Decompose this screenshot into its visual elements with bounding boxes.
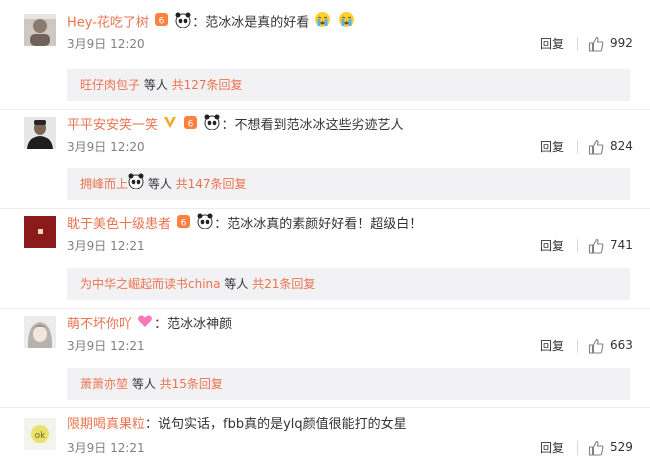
svg-text:6: 6 xyxy=(159,17,165,27)
comment-time: 3月9日 12:20 xyxy=(67,140,145,154)
heart-badge-icon xyxy=(137,313,153,336)
avatar-image xyxy=(24,117,56,149)
thumbs-up-icon xyxy=(588,440,604,456)
thumbs-up-icon xyxy=(588,139,604,155)
avatar-image: ok xyxy=(24,418,56,450)
comment-text: ：范冰冰神颜 xyxy=(154,317,233,332)
avatar[interactable] xyxy=(24,14,56,46)
sub-reply-box[interactable]: 旺仔肉包子 等人 共127条回复 xyxy=(67,69,630,101)
divider xyxy=(577,140,578,154)
divider xyxy=(577,37,578,51)
username-link[interactable]: 萌不坏你吖 xyxy=(67,317,132,332)
sub-reply-user[interactable]: 萧萧亦堃 xyxy=(80,377,128,391)
comment-time: 3月9日 12:21 xyxy=(67,239,145,253)
sub-reply-text: 等人 xyxy=(140,78,172,92)
panda-emoji-icon xyxy=(204,114,220,137)
comment-text: ：不想看到范冰冰这些劣迹艺人 xyxy=(221,118,404,133)
vip-badge-icon: 6 xyxy=(154,12,169,34)
sub-reply-user[interactable]: 拥峰而上 xyxy=(80,177,128,191)
avatar[interactable] xyxy=(24,117,56,149)
sub-reply-box[interactable]: 萧萧亦堃 等人 共15条回复 xyxy=(67,368,630,400)
reply-button[interactable]: 回复 xyxy=(540,139,564,155)
svg-text:ok: ok xyxy=(35,431,47,441)
comment-time: 3月9日 12:21 xyxy=(67,339,145,353)
panda-emoji-icon xyxy=(197,213,213,236)
username-link[interactable]: 耽于美色十级患者 xyxy=(67,217,171,232)
like-count: 824 xyxy=(610,139,633,153)
like-count: 529 xyxy=(610,440,633,454)
row-divider xyxy=(0,109,650,110)
sub-reply-box[interactable]: 为中华之崛起而读书china 等人 共21条回复 xyxy=(67,268,630,300)
sub-reply-text: 等人 xyxy=(220,277,253,291)
avatar[interactable] xyxy=(24,316,56,348)
comment-content: Hey-花吃了树 6 ：范冰冰是真的好看 xyxy=(67,11,356,35)
verified-v-icon xyxy=(163,115,177,136)
sub-reply-box[interactable]: 拥峰而上 等人 共147条回复 xyxy=(67,168,630,200)
reply-button[interactable]: 回复 xyxy=(540,338,564,354)
row-divider xyxy=(0,407,650,408)
divider xyxy=(577,441,578,455)
comment-text: ：范冰冰真的素颜好好看！超级白！ xyxy=(214,217,423,232)
comment-time: 3月9日 12:21 xyxy=(67,441,145,455)
comment-content: 平平安安笑一笑 6 ：不想看到范冰冰这些劣迹艺人 xyxy=(67,114,403,137)
like-count: 741 xyxy=(610,238,633,252)
avatar[interactable] xyxy=(24,216,56,248)
username-link[interactable]: 平平安安笑一笑 xyxy=(67,118,158,133)
like-button[interactable]: 741 xyxy=(588,236,633,254)
comment-time: 3月9日 12:20 xyxy=(67,37,145,51)
avatar[interactable]: ok xyxy=(24,418,56,450)
sub-reply-count-link[interactable]: 共147条回复 xyxy=(176,177,247,191)
like-button[interactable]: 992 xyxy=(588,34,633,52)
like-count: 992 xyxy=(610,36,633,50)
divider xyxy=(577,239,578,253)
row-divider xyxy=(0,308,650,309)
username-link[interactable]: Hey-花吃了树 xyxy=(67,16,149,31)
thumbs-up-icon xyxy=(588,36,604,52)
reply-button[interactable]: 回复 xyxy=(540,440,564,456)
like-button[interactable]: 529 xyxy=(588,438,633,456)
avatar-image xyxy=(24,316,56,348)
reply-button[interactable]: 回复 xyxy=(540,238,564,254)
sub-reply-count-link[interactable]: 共127条回复 xyxy=(172,78,243,92)
username-link[interactable]: 限期喝真果粒 xyxy=(67,417,145,432)
sub-reply-text: 等人 xyxy=(144,177,176,191)
like-button[interactable]: 824 xyxy=(588,137,633,155)
thumbs-up-icon xyxy=(588,338,604,354)
panda-emoji-icon xyxy=(175,12,191,35)
like-button[interactable]: 663 xyxy=(588,336,633,354)
comment-text: ：说句实话，fbb真的是ylq颜值很能打的女星 xyxy=(145,417,407,432)
svg-text:6: 6 xyxy=(188,119,194,129)
panda-emoji-icon xyxy=(128,169,144,201)
vip-badge-icon: 6 xyxy=(176,214,191,236)
avatar-image xyxy=(24,14,56,46)
comment-content: 限期喝真果粒：说句实话，fbb真的是ylq颜值很能打的女星 xyxy=(67,415,407,435)
vip-badge-icon: 6 xyxy=(183,115,198,137)
sub-reply-count-link[interactable]: 共15条回复 xyxy=(160,377,223,391)
like-count: 663 xyxy=(610,338,633,352)
reply-button[interactable]: 回复 xyxy=(540,36,564,52)
avatar-image xyxy=(24,216,56,248)
svg-text:6: 6 xyxy=(181,218,187,228)
sub-reply-user[interactable]: 为中华之崛起而读书china xyxy=(80,277,221,291)
sub-reply-user[interactable]: 旺仔肉包子 xyxy=(80,78,140,92)
comment-content: 耽于美色十级患者 6 ：范冰冰真的素颜好好看！超级白！ xyxy=(67,213,422,236)
crying-emoji-icon xyxy=(338,11,355,35)
thumbs-up-icon xyxy=(588,238,604,254)
row-divider xyxy=(0,208,650,209)
crying-emoji-icon xyxy=(314,11,331,35)
sub-reply-text: 等人 xyxy=(128,377,160,391)
comment-content: 萌不坏你吖 ：范冰冰神颜 xyxy=(67,313,232,336)
comment-text: ：范冰冰是真的好看 xyxy=(192,15,310,31)
divider xyxy=(577,339,578,353)
sub-reply-count-link[interactable]: 共21条回复 xyxy=(252,277,315,291)
